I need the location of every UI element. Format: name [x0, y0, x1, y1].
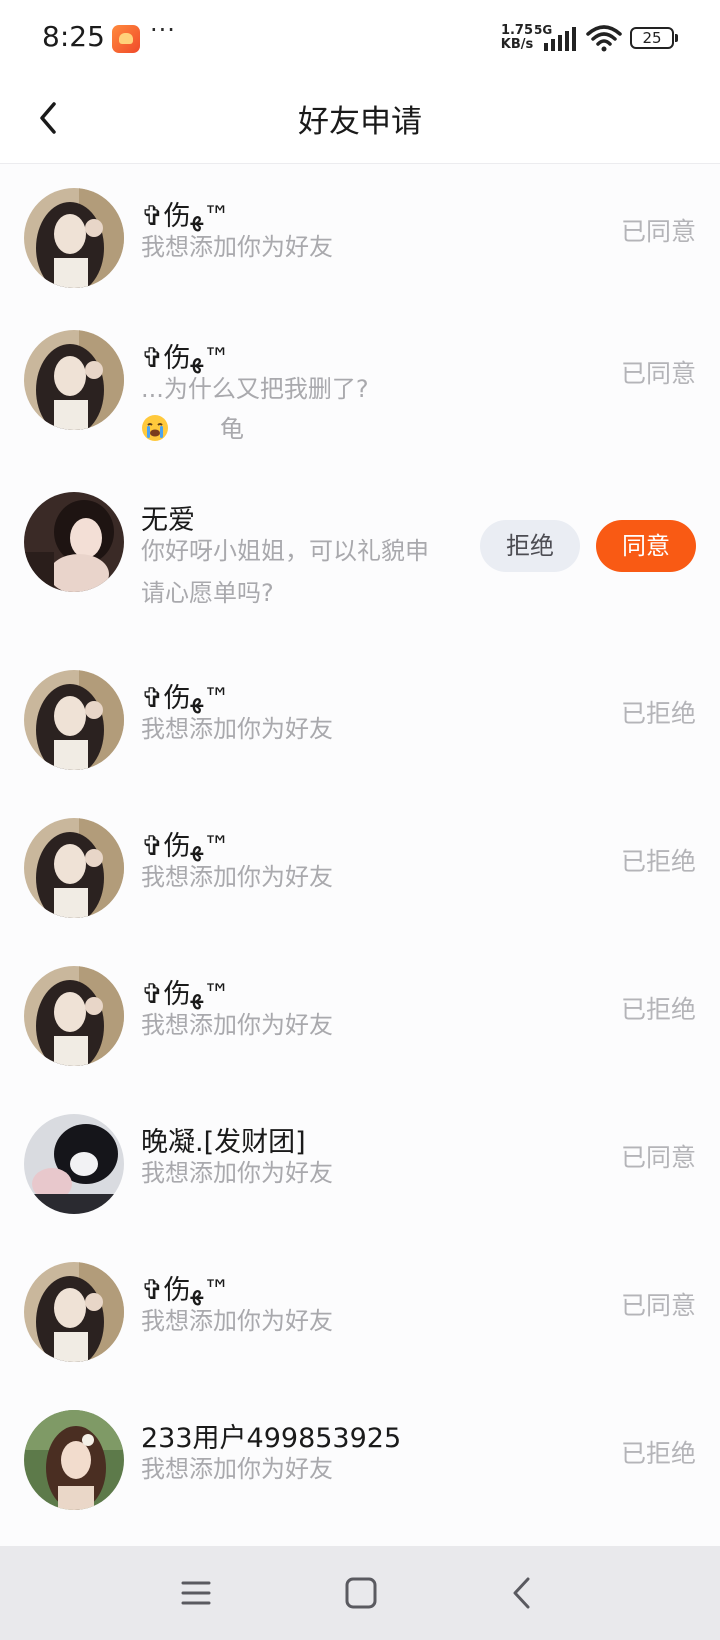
network-speed: 1.75 KB/s	[496, 24, 538, 52]
menu-icon[interactable]	[180, 1576, 212, 1610]
home-icon[interactable]	[344, 1576, 378, 1610]
request-message: 我想添加你为好友	[141, 1159, 333, 1187]
avatar[interactable]	[24, 1262, 124, 1362]
request-message: 我想添加你为好友	[141, 863, 333, 891]
request-status: 已同意	[620, 1291, 696, 1320]
request-item[interactable]: 233用户499853925 我想添加你为好友 已拒绝	[0, 1404, 720, 1552]
request-message: 我想添加你为好友	[141, 715, 333, 743]
request-message: 你好呀小姐姐，可以礼貌申请心愿单吗?	[141, 537, 429, 607]
request-status: 已同意	[620, 1143, 696, 1172]
avatar[interactable]	[24, 1410, 124, 1510]
avatar[interactable]	[24, 966, 124, 1066]
request-item[interactable]: ✞伤ﻬ™ 我想添加你为好友 已拒绝	[0, 812, 720, 960]
request-item[interactable]: ✞伤ﻬ™ 我想添加你为好友 已同意	[0, 1256, 720, 1404]
reject-button[interactable]: 拒绝	[480, 520, 580, 572]
request-status: 已同意	[620, 359, 696, 388]
request-status: 已拒绝	[620, 847, 696, 876]
status-time: 8:25	[42, 20, 105, 53]
friend-requests-screen: 8:25 ··· 1.75 KB/s 5G 25 好友申请 ✞伤ﻬ™ 我想添加你…	[0, 0, 720, 1640]
status-bar: 8:25 ··· 1.75 KB/s 5G 25	[0, 0, 720, 80]
request-item[interactable]: ✞伤ﻬ™ 我想添加你为好友 已拒绝	[0, 664, 720, 812]
battery-level: 25	[642, 29, 662, 47]
avatar[interactable]	[24, 670, 124, 770]
back-icon[interactable]	[508, 1574, 536, 1612]
request-item[interactable]: 无爱 你好呀小姐姐，可以礼貌申请心愿单吗? 拒绝 同意	[0, 490, 720, 660]
more-notifications-icon: ···	[150, 16, 176, 44]
accept-button[interactable]: 同意	[596, 520, 696, 572]
request-message: ...为什么又把我删了?	[141, 375, 369, 403]
page-title: 好友申请	[298, 104, 422, 140]
network-speed-unit: KB/s	[500, 37, 534, 52]
request-status: 已拒绝	[620, 1439, 696, 1468]
request-message: 我想添加你为好友	[141, 1455, 333, 1483]
request-status: 已拒绝	[620, 995, 696, 1024]
request-status: 已同意	[620, 217, 696, 246]
crying-face-icon	[142, 415, 168, 441]
avatar[interactable]	[24, 330, 124, 430]
request-message-extra: 龟	[220, 415, 244, 443]
avatar[interactable]	[24, 1114, 124, 1214]
battery-icon: 25	[630, 27, 678, 51]
system-nav-bar	[0, 1546, 720, 1640]
avatar[interactable]	[24, 188, 124, 288]
network-type: 5G	[534, 23, 553, 37]
app-notification-icon	[112, 25, 140, 53]
header: 好友申请	[0, 80, 720, 164]
network-speed-value: 1.75	[500, 23, 534, 38]
request-message: 我想添加你为好友	[141, 1307, 333, 1335]
request-item[interactable]: 晚凝.[发财团] 我想添加你为好友 已同意	[0, 1108, 720, 1256]
avatar[interactable]	[24, 492, 124, 592]
request-status: 已拒绝	[620, 699, 696, 728]
request-item[interactable]: ✞伤ﻬ™ 我想添加你为好友 已拒绝	[0, 960, 720, 1108]
request-message: 我想添加你为好友	[141, 233, 333, 261]
request-item[interactable]: ✞伤ﻬ™ ...为什么又把我删了? 龟 已同意	[0, 312, 720, 460]
wifi-icon	[586, 25, 622, 52]
request-message: 我想添加你为好友	[141, 1011, 333, 1039]
avatar[interactable]	[24, 818, 124, 918]
request-item[interactable]: ✞伤ﻬ™ 我想添加你为好友 已同意	[0, 164, 720, 312]
